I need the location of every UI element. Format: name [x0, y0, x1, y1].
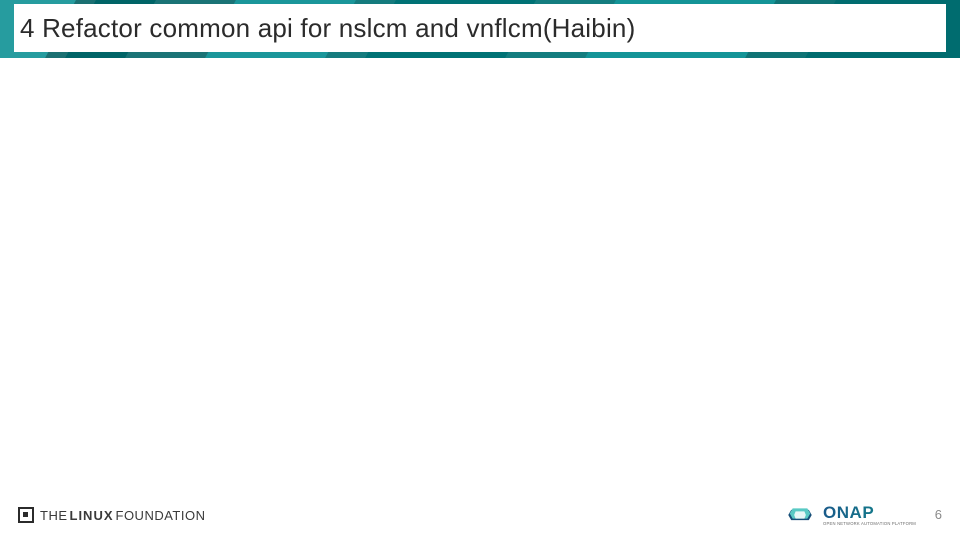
onap-mark-icon — [785, 504, 815, 526]
lf-foundation: FOUNDATION — [116, 508, 206, 523]
title-box: 4 Refactor common api for nslcm and vnfl… — [14, 4, 946, 52]
page-number: 6 — [930, 507, 942, 522]
lf-the: THE — [40, 508, 68, 523]
header-band: 4 Refactor common api for nslcm and vnfl… — [0, 0, 960, 58]
footer: THE LINUX FOUNDATION ONAP OPEN NETWORK A… — [0, 498, 960, 532]
linux-foundation-text: THE LINUX FOUNDATION — [40, 508, 205, 523]
onap-text: ONAP OPEN NETWORK AUTOMATION PLATFORM — [823, 504, 916, 526]
onap-logo: ONAP OPEN NETWORK AUTOMATION PLATFORM — [785, 504, 916, 526]
footer-right: ONAP OPEN NETWORK AUTOMATION PLATFORM 6 — [785, 504, 942, 526]
lf-linux: LINUX — [70, 508, 114, 523]
onap-sub: OPEN NETWORK AUTOMATION PLATFORM — [823, 522, 916, 526]
slide: 4 Refactor common api for nslcm and vnfl… — [0, 0, 960, 540]
linux-foundation-mark-icon — [18, 507, 34, 523]
onap-word: ONAP — [823, 504, 916, 521]
slide-title: 4 Refactor common api for nslcm and vnfl… — [20, 13, 635, 44]
linux-foundation-logo: THE LINUX FOUNDATION — [18, 507, 205, 523]
